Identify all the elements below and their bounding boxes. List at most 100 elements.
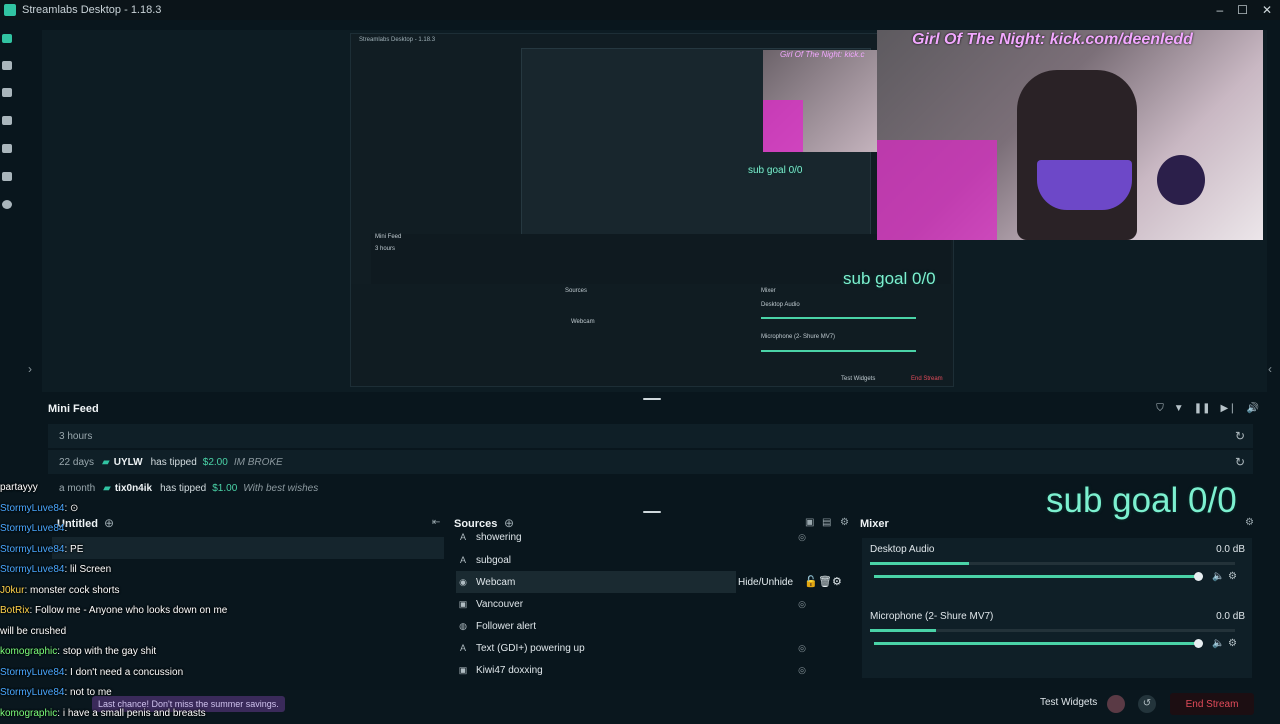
source-label: showering — [476, 532, 522, 543]
chat-message: : stop with the gay shit — [57, 646, 156, 657]
settings-icon[interactable]: ⚙ — [840, 517, 849, 528]
plush-toy — [1157, 155, 1205, 205]
source-settings-icon[interactable]: ⚙ — [832, 575, 842, 588]
channel-settings-icon[interactable]: ⚙ — [1228, 571, 1237, 582]
add-source-icon[interactable]: ⊕ — [504, 516, 514, 530]
chat-line: StormyLuve84: I don't need a concussion — [0, 663, 300, 684]
nested-panels — [351, 284, 954, 387]
volume-knob[interactable] — [1194, 639, 1203, 648]
refresh-icon[interactable]: ↻ — [1235, 455, 1245, 469]
themes-icon[interactable] — [2, 116, 12, 125]
sources-title: Sources — [454, 518, 497, 530]
test-widgets-button[interactable]: Test Widgets — [1040, 697, 1097, 708]
volume-slider[interactable] — [874, 575, 1199, 578]
folder-icon[interactable]: ▤ — [822, 517, 831, 528]
visibility-icon[interactable]: ◎ — [798, 532, 806, 543]
level-fill — [870, 562, 969, 565]
channel-db: 0.0 dB — [1216, 544, 1245, 555]
nested-webcam — [763, 50, 877, 152]
mute-icon[interactable]: 🔈 — [1212, 571, 1224, 582]
lock-icon[interactable]: 🔓 — [804, 575, 818, 588]
pause-icon[interactable]: ❚❚ — [1194, 403, 1211, 414]
hide-unhide-tooltip: Hide/Unhide — [738, 577, 793, 588]
source-row[interactable]: A showering ◎ — [456, 530, 846, 544]
nested-camera-banner: Girl Of The Night: kick.c — [780, 50, 864, 59]
record-icon[interactable] — [2, 200, 12, 209]
close-icon[interactable]: ✕ — [1262, 3, 1272, 17]
source-row[interactable]: ▣ Vancouver ◎ — [456, 593, 846, 615]
channel-settings-icon[interactable]: ⚙ — [1228, 638, 1237, 649]
mixer-channel-mic: Microphone (2- Shure MV7) 0.0 dB 🔈 ⚙ — [870, 611, 1250, 622]
feed-row: 22 days ▰ UYLW has tipped $2.00 IM BROKE… — [48, 450, 1253, 474]
nested-mini-feed-title: Mini Feed — [375, 234, 401, 240]
title-bar: Streamlabs Desktop - 1.18.3 – ☐ ✕ — [0, 0, 1280, 20]
chat-message: : PE — [64, 544, 83, 555]
replay-icon[interactable]: ↺ — [1138, 695, 1156, 713]
layout-icon[interactable] — [2, 88, 12, 97]
chat-overlay-box — [877, 140, 997, 240]
source-row[interactable]: A subgoal — [456, 549, 846, 571]
record-button[interactable] — [1107, 695, 1125, 713]
text-icon: A — [456, 532, 470, 542]
group-icon[interactable]: ▣ — [805, 517, 814, 528]
filter-icon[interactable]: ▼ — [1174, 403, 1184, 414]
visibility-icon[interactable]: ◎ — [798, 665, 806, 676]
chat-username: StormyLuve84 — [0, 687, 64, 698]
chat-message: : lil Screen — [64, 564, 111, 575]
chat-line: partayyy — [0, 478, 300, 499]
text-icon: A — [456, 643, 470, 653]
volume-slider[interactable] — [874, 642, 1199, 645]
shield-icon[interactable]: ⛉ — [1156, 403, 1164, 414]
globe-icon: ◍ — [456, 621, 470, 632]
trash-icon[interactable]: 🗑 — [818, 575, 832, 588]
dashboard-icon[interactable] — [2, 61, 12, 70]
source-row[interactable]: ▣ Kiwi47 doxxing ◎ — [456, 659, 846, 681]
nested-end-stream: End Stream — [911, 376, 943, 382]
mixer-panel: Mixer ⚙ Desktop Audio 0.0 dB 🔈 ⚙ Microph… — [860, 515, 1260, 680]
nested-webcam-label: Webcam — [571, 319, 595, 325]
image-icon: ▣ — [456, 665, 470, 676]
skip-icon[interactable]: ▶❘ — [1220, 403, 1236, 414]
mini-feed-title: Mini Feed — [48, 403, 99, 415]
mute-icon[interactable]: 🔈 — [1212, 638, 1224, 649]
collapse-icon[interactable]: ⇤ — [432, 517, 440, 528]
source-row[interactable]: ◍ Follower alert — [456, 615, 846, 637]
volume-knob[interactable] — [1194, 572, 1203, 581]
chat-username: J0kur — [0, 585, 24, 596]
chat-line: will be crushed — [0, 622, 300, 643]
source-row[interactable]: A Text (GDI+) powering up ◎ — [456, 637, 846, 659]
editor-icon[interactable] — [2, 34, 12, 43]
chat-username: komographic — [0, 708, 57, 719]
store-icon[interactable] — [2, 144, 12, 153]
maximize-icon[interactable]: ☐ — [1237, 3, 1248, 17]
expand-right-icon[interactable]: ‹ — [1268, 362, 1272, 376]
camera-banner: Girl Of The Night: kick.com/deenledd — [912, 31, 1193, 49]
visibility-icon[interactable]: ◎ — [798, 599, 806, 610]
source-row-selected[interactable]: ◉ Webcam — [456, 571, 736, 593]
resize-handle-bottom[interactable] — [643, 511, 661, 513]
volume-icon[interactable]: 🔊 — [1247, 403, 1259, 414]
chat-message: : not to me — [64, 687, 111, 698]
chat-message: : i have a small penis and breasts — [57, 708, 205, 719]
chat-line: StormyLuve84: — [0, 519, 300, 540]
source-label: Kiwi47 doxxing — [476, 665, 543, 676]
source-label: Vancouver — [476, 599, 523, 610]
refresh-icon[interactable]: ↻ — [1235, 429, 1245, 443]
chat-message: : — [64, 523, 67, 534]
chat-message: will be crushed — [0, 626, 66, 637]
end-stream-label: End Stream — [1186, 699, 1239, 710]
widgets-icon[interactable] — [2, 172, 12, 181]
chat-line: komographic: i have a small penis and br… — [0, 704, 300, 724]
minimize-icon[interactable]: – — [1216, 3, 1223, 17]
expand-left-icon[interactable]: › — [28, 362, 32, 376]
nested-volume-mic — [761, 350, 916, 352]
chat-username: partayyy — [0, 482, 38, 493]
feed-user: UYLW — [114, 457, 143, 468]
chat-username: StormyLuve84 — [0, 523, 64, 534]
sources-panel: Sources ⊕ ▣ ▤ ⚙ A showering ◎ A subgoal … — [452, 515, 852, 680]
visibility-icon[interactable]: ◎ — [798, 643, 806, 654]
end-stream-button[interactable]: End Stream — [1170, 693, 1254, 715]
mixer-settings-icon[interactable]: ⚙ — [1245, 517, 1254, 528]
feed-action: has tipped — [151, 457, 197, 468]
text-icon: A — [456, 555, 470, 565]
